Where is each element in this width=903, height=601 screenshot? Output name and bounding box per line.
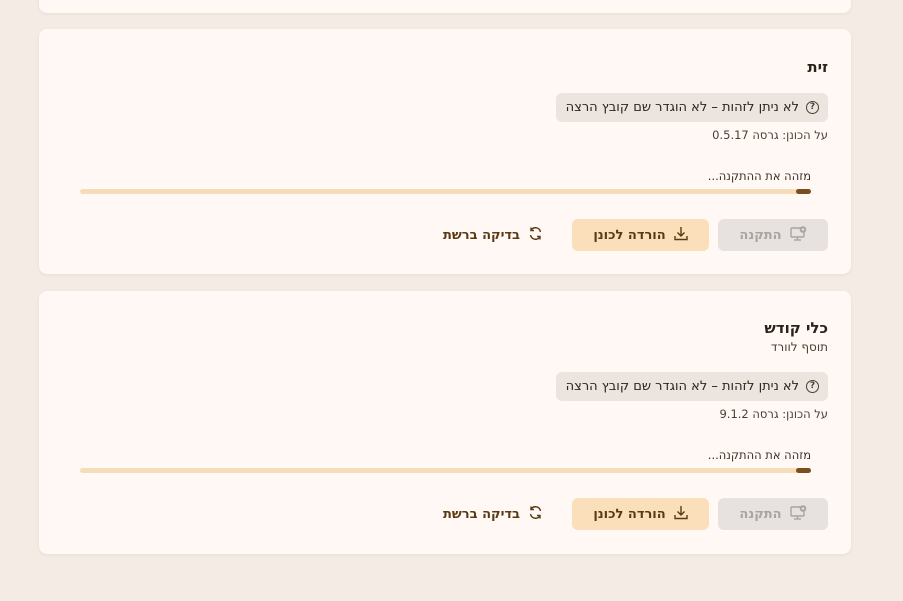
download-button[interactable]: הורדה לכונן	[572, 498, 709, 530]
install-label: התקנה	[739, 506, 782, 522]
progress-fill	[796, 189, 811, 194]
previous-card	[39, 0, 851, 13]
status-text: לא ניתן לזהות – לא הוגדר שם קובץ הרצה	[565, 379, 799, 394]
progress-label: מזהה את ההתקנה...	[707, 169, 811, 183]
progress-label: מזהה את ההתקנה...	[707, 448, 811, 462]
download-icon	[673, 226, 688, 245]
help-circle-icon: ?	[806, 380, 819, 393]
monitor-install-icon	[789, 225, 807, 245]
install-button[interactable]: התקנה	[718, 498, 828, 530]
refresh-icon	[528, 505, 543, 524]
help-circle-icon: ?	[806, 101, 819, 114]
app-card-zayit: זית ? לא ניתן לזהות – לא הוגדר שם קובץ ה…	[39, 29, 851, 274]
progress-fill	[796, 468, 811, 473]
recheck-label: בדיקה ברשת	[443, 227, 520, 243]
refresh-icon	[528, 226, 543, 245]
monitor-install-icon	[789, 504, 807, 524]
recheck-button[interactable]: בדיקה ברשת	[433, 219, 553, 251]
status-badge: ? לא ניתן לזהות – לא הוגדר שם קובץ הרצה	[555, 372, 828, 401]
download-label: הורדה לכונן	[593, 506, 666, 522]
card-title: כלי קודש	[764, 319, 828, 337]
app-card-kli-kodesh: כלי קודש תוסף לוורד ? לא ניתן לזהות – לא…	[39, 291, 851, 554]
card-subtitle: תוסף לוורד	[770, 340, 828, 354]
version-info: על הכונן: גרסה 9.1.2	[719, 407, 828, 421]
progress-bar	[80, 189, 811, 194]
install-label: התקנה	[739, 227, 782, 243]
download-icon	[673, 505, 688, 524]
card-title: זית	[807, 58, 828, 76]
recheck-button[interactable]: בדיקה ברשת	[433, 498, 553, 530]
status-badge: ? לא ניתן לזהות – לא הוגדר שם קובץ הרצה	[555, 93, 828, 122]
recheck-label: בדיקה ברשת	[443, 506, 520, 522]
download-label: הורדה לכונן	[593, 227, 666, 243]
status-text: לא ניתן לזהות – לא הוגדר שם קובץ הרצה	[565, 100, 799, 115]
progress-bar	[80, 468, 811, 473]
version-info: על הכונן: גרסה 0.5.17	[712, 128, 828, 142]
install-button[interactable]: התקנה	[718, 219, 828, 251]
download-button[interactable]: הורדה לכונן	[572, 219, 709, 251]
